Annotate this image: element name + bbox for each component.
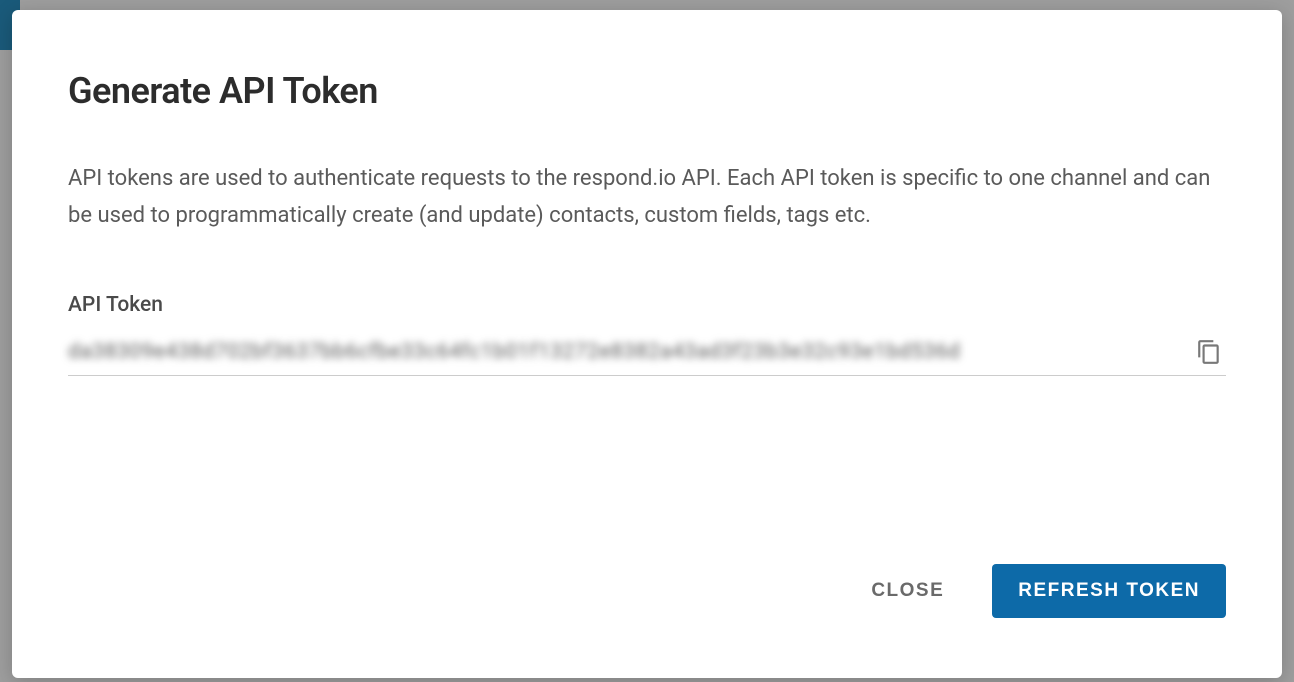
modal-title: Generate API Token	[68, 70, 1226, 112]
api-token-value[interactable]: da38309e438d702bf3637bb6cfbe33c64fc1b01f…	[68, 340, 1182, 364]
modal-description: API tokens are used to authenticate requ…	[68, 160, 1226, 235]
generate-api-token-modal: Generate API Token API tokens are used t…	[12, 10, 1282, 678]
copy-token-button[interactable]	[1192, 335, 1226, 369]
refresh-token-button[interactable]: REFRESH TOKEN	[992, 564, 1226, 618]
api-token-row: da38309e438d702bf3637bb6cfbe33c64fc1b01f…	[68, 335, 1226, 376]
modal-actions: CLOSE REFRESH TOKEN	[68, 564, 1226, 638]
copy-icon	[1196, 339, 1222, 365]
close-button[interactable]: CLOSE	[863, 568, 952, 614]
modal-overlay: Generate API Token API tokens are used t…	[0, 0, 1294, 682]
api-token-label: API Token	[68, 293, 1226, 317]
